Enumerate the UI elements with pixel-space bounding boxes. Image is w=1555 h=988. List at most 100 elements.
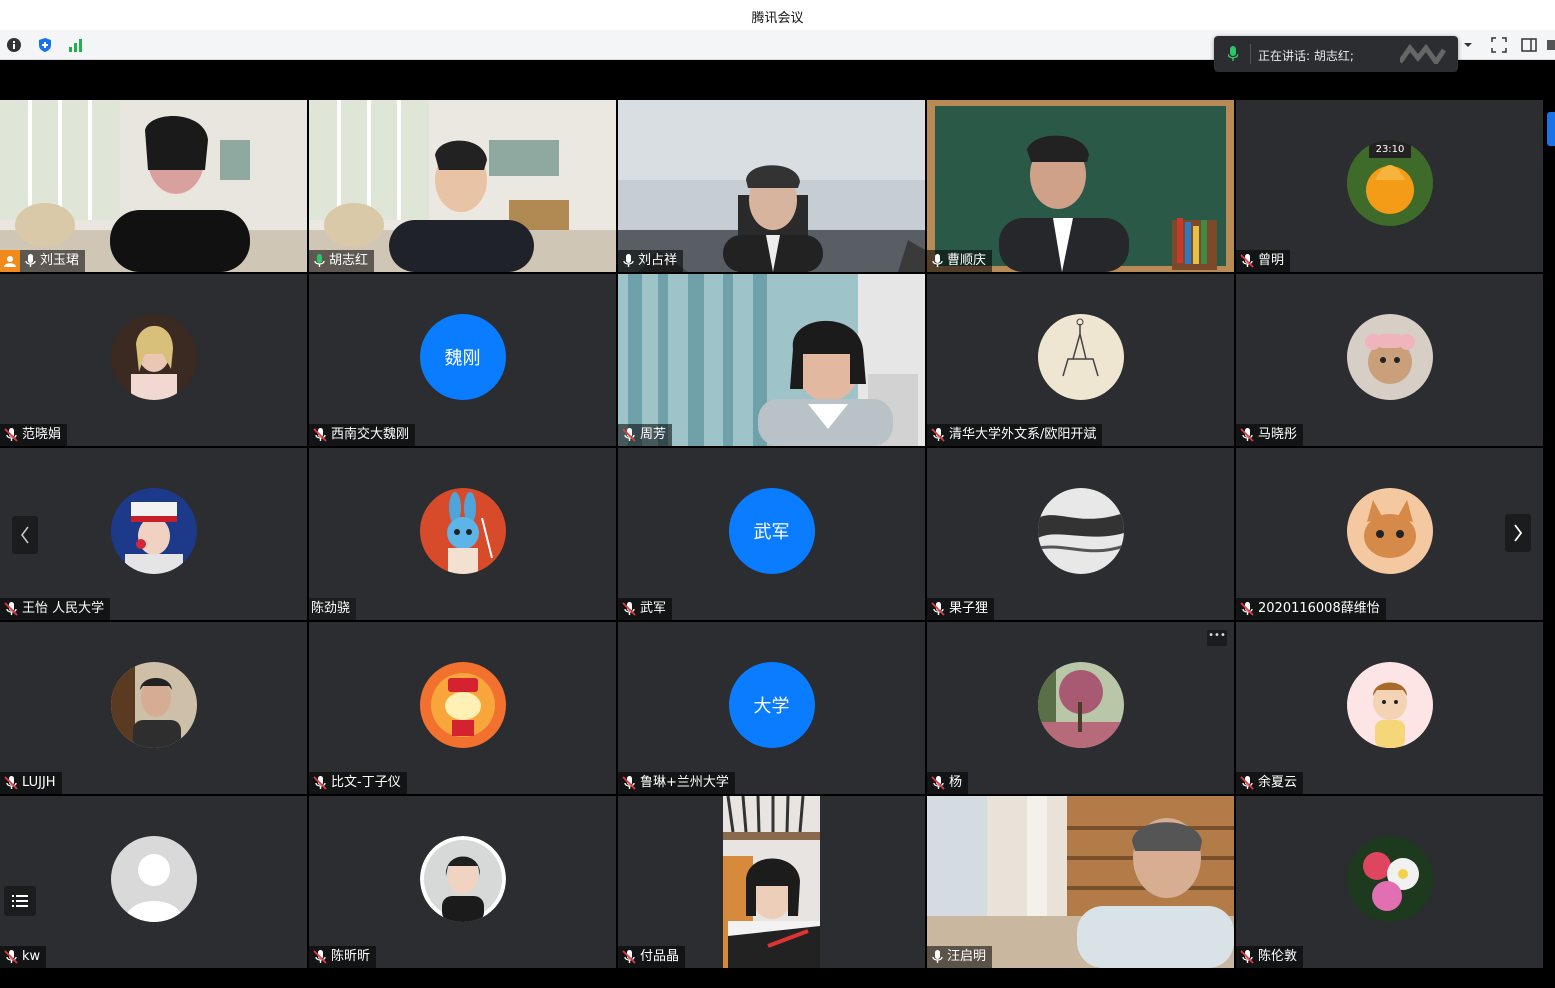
mic-icon (622, 254, 634, 268)
avatar-initials: 魏刚 (419, 313, 506, 400)
participant-name: 陈昕昕 (331, 949, 371, 964)
bottom-bar (0, 970, 1555, 988)
participant-name: 余夏云 (1258, 775, 1298, 790)
participant-name-tag: 王怡 人民大学 (0, 598, 111, 620)
participant-name-tag: kw (0, 946, 47, 968)
avatar: 23:10 (1346, 139, 1433, 226)
participant-name-tag: 武军 (618, 598, 673, 620)
participant-name-tag: 周芳 (618, 424, 673, 446)
window-title: 腾讯会议 (751, 11, 804, 26)
participant-name: 刘占祥 (638, 253, 678, 268)
participant-tile[interactable]: 周芳 (618, 274, 925, 446)
participant-name-tag: 清华大学外文系/欧阳开斌 (927, 424, 1103, 446)
participant-tile[interactable]: 范晓娟 (0, 274, 307, 446)
prev-page-button[interactable] (12, 516, 38, 554)
mic-muted-icon (4, 950, 18, 964)
participant-name-tag: 果子狸 (927, 598, 995, 620)
participant-tile[interactable]: LUJJH (0, 622, 307, 794)
participant-tile[interactable]: 王怡 人民大学 (0, 448, 307, 620)
participant-name-tag: 2020116008薛维怡 (1236, 598, 1386, 620)
list-icon (12, 895, 28, 907)
next-page-button[interactable] (1505, 514, 1531, 552)
participant-tile[interactable]: 余夏云 (1236, 622, 1543, 794)
participant-name-tag: LUJJH (0, 772, 62, 794)
mic-muted-icon (622, 776, 636, 790)
mic-muted-icon (931, 602, 945, 616)
participant-tile[interactable]: 马晓彤 (1236, 274, 1543, 446)
avatar (110, 313, 197, 400)
participant-tile[interactable]: 陈劲骁 (309, 448, 616, 620)
avatar (1346, 487, 1433, 574)
participant-name: 曾明 (1258, 253, 1285, 268)
participant-name: 陈伦敦 (1258, 949, 1298, 964)
participant-tile[interactable]: 汪启明 (927, 796, 1234, 968)
participant-list-button[interactable] (4, 886, 36, 916)
participant-tile[interactable]: 果子狸 (927, 448, 1234, 620)
participant-tile[interactable]: 付品晶 (618, 796, 925, 968)
shield-icon[interactable] (37, 37, 53, 53)
participant-tile[interactable]: 陈伦敦 (1236, 796, 1543, 968)
participant-name: 果子狸 (949, 601, 989, 616)
avatar (419, 487, 506, 574)
mic-icon (24, 254, 36, 268)
mic-muted-icon (4, 602, 18, 616)
mic-muted-icon (313, 776, 327, 790)
fullscreen-icon[interactable] (1491, 37, 1507, 53)
participant-name: 比文-丁子仪 (331, 775, 401, 790)
dropdown-icon[interactable] (1462, 37, 1478, 53)
participant-tile[interactable]: 2020116008薛维怡 (1236, 448, 1543, 620)
host-icon (0, 250, 20, 272)
participant-name: 西南交大魏刚 (331, 427, 410, 442)
participant-name-tag: 范晓娟 (0, 424, 68, 446)
chevron-left-icon (21, 526, 29, 544)
participant-name-tag: 刘玉珺 (0, 250, 86, 272)
side-panel-handle[interactable] (1547, 112, 1555, 146)
signal-icon[interactable] (68, 37, 84, 53)
participant-tile[interactable]: 魏刚西南交大魏刚 (309, 274, 616, 446)
mic-muted-icon (313, 428, 327, 442)
avatar (110, 661, 197, 748)
participant-name-tag: 陈昕昕 (309, 946, 377, 968)
avatar (1037, 313, 1124, 400)
participant-name: 陈劲骁 (311, 601, 351, 616)
participant-tile[interactable]: 杨 (927, 622, 1234, 794)
participant-tile[interactable]: 23:10 曾明 (1236, 100, 1543, 272)
participant-tile[interactable]: 刘占祥 (618, 100, 925, 272)
avatar (1037, 661, 1124, 748)
divider (1250, 44, 1251, 64)
participant-tile[interactable]: kw (0, 796, 307, 968)
participant-tile[interactable]: 比文-丁子仪 (309, 622, 616, 794)
mic-muted-icon (313, 950, 327, 964)
participant-tile[interactable]: 陈昕昕 (309, 796, 616, 968)
mic-muted-icon (1240, 428, 1254, 442)
participant-name-tag: 付品晶 (618, 946, 686, 968)
participant-tile[interactable]: 曹顺庆 (927, 100, 1234, 272)
info-icon[interactable] (6, 37, 22, 53)
video-grid: 刘玉珺 胡志红 刘占祥 曹顺庆 23:10 曾明 范晓娟 魏刚 西南交大魏刚 周芳 清华大学外文系/… (0, 100, 1545, 970)
speaking-text: 正在讲话: 胡志红; (1258, 49, 1354, 63)
participant-tile[interactable]: 清华大学外文系/欧阳开斌 (927, 274, 1234, 446)
mic-muted-icon (622, 428, 636, 442)
participant-name-tag: 杨 (927, 772, 969, 794)
participant-name: LUJJH (22, 775, 56, 790)
mic-muted-icon (931, 776, 945, 790)
close-icon[interactable] (1547, 37, 1555, 53)
title-bar: 腾讯会议 (0, 0, 1555, 30)
layout-icon[interactable] (1521, 37, 1537, 53)
participant-tile[interactable]: 武军 武军 (618, 448, 925, 620)
participant-tile[interactable]: 大学 鲁琳+兰州大学 (618, 622, 925, 794)
participant-name: 付品晶 (640, 949, 680, 964)
avatar (1346, 313, 1433, 400)
participant-tile[interactable]: 刘玉珺 (0, 100, 307, 272)
mic-muted-icon (1240, 776, 1254, 790)
participant-name-tag: 曹顺庆 (927, 250, 993, 272)
more-options-button[interactable]: ••• (1207, 630, 1227, 646)
chevron-right-icon (1514, 524, 1523, 542)
avatar (419, 661, 506, 748)
participant-name-tag: 西南交大魏刚 (309, 424, 416, 446)
participant-name-tag: 胡志红 (309, 250, 375, 272)
mic-muted-icon (4, 776, 18, 790)
participant-name: 范晓娟 (22, 427, 62, 442)
avatar (1346, 835, 1433, 922)
participant-tile[interactable]: 胡志红 (309, 100, 616, 272)
